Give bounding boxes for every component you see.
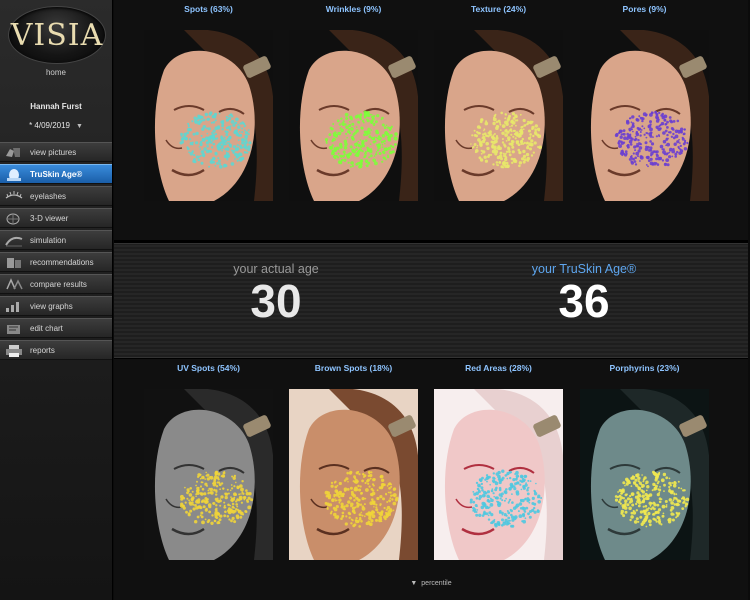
graph-icon [6,302,19,312]
face-analysis-image[interactable] [289,389,418,560]
triangle-down-icon: ▼ [410,580,418,587]
analysis-caption: Spots (63%) [184,4,233,14]
nav-label: reports [30,346,55,355]
nav-label: eyelashes [30,192,67,201]
eyelash-icon [5,191,23,199]
nav-label: recommendations [30,258,94,267]
nav-item-edit-chart[interactable]: edit chart [0,318,112,338]
nav-item-recommendations[interactable]: recommendations [0,252,112,272]
bottom-analysis-panel: UV Spots (54%) Brown Spots (18%) Red Areas… [114,359,748,600]
nav-label: edit chart [30,324,63,333]
edit-chart-icon [7,325,20,334]
face-analysis-image[interactable] [580,389,709,560]
nav-item-eyelashes[interactable]: eyelashes [0,186,112,206]
nav-item-truskin-age[interactable]: TruSkin Age® [0,164,112,184]
main-area: Spots (63%) Wrinkles (9%) Texture (24%) Por… [114,0,748,600]
session-date-select[interactable]: * 4/09/2019 ▼ [0,121,112,130]
actual-age-value: 30 [250,275,302,327]
face-analysis-image[interactable] [144,30,273,201]
face-analysis-image[interactable] [289,30,418,201]
nav-item-compare-results[interactable]: compare results [0,274,112,294]
analysis-caption: Brown Spots (18%) [314,363,393,373]
nav-label: compare results [30,280,87,289]
home-link[interactable]: home [0,68,112,77]
nav-item-view-pictures[interactable]: view pictures [0,142,112,162]
actual-age-block: your actual age 30 [146,262,406,328]
visia-logo[interactable]: VISIA [8,6,106,64]
face-analysis-image[interactable] [434,389,563,560]
3d-face-icon [6,213,20,225]
compare-icon [6,278,23,290]
face-analysis-image[interactable] [144,389,273,560]
nav-label: view pictures [30,148,77,157]
top-analysis-panel: Spots (63%) Wrinkles (9%) Texture (24%) Por… [114,0,748,240]
sidebar: VISIA home Hannah Furst * 4/09/2019 ▼ vie… [0,0,113,600]
nav-label: TruSkin Age® [30,170,83,179]
analysis-caption: Wrinkles (9%) [325,4,382,14]
nav-item-view-graphs[interactable]: view graphs [0,296,112,316]
truskin-face-icon [7,169,21,181]
nav-item-simulation[interactable]: simulation [0,230,112,250]
patient-name: Hannah Furst [30,102,82,111]
analysis-caption: UV Spots (54%) [177,363,240,373]
nav-label: 3-D viewer [30,214,69,223]
simulation-icon [5,236,23,247]
logo-text: VISIA [10,18,104,53]
nav-item-reports[interactable]: reports [0,340,112,360]
face-analysis-image[interactable] [434,30,563,201]
nav-label: view graphs [30,302,73,311]
analysis-caption: Texture (24%) [470,4,527,14]
analysis-caption: Red Areas (28%) [465,363,532,373]
chevron-down-icon[interactable]: ▼ [76,123,83,130]
session-date: * 4/09/2019 [29,121,70,130]
printer-icon [6,345,22,357]
truskin-age-block: your TruSkin Age® 36 [454,262,714,328]
truskin-age-value: 36 [558,275,610,327]
analysis-caption: Pores (9%) [622,4,667,14]
age-panel: your actual age 30 your TruSkin Age® 36 [114,243,748,358]
percentile-toggle[interactable]: ▼ percentile [114,580,748,587]
analysis-caption: Porphyrins (23%) [609,363,680,373]
percentile-label: percentile [421,580,452,587]
camera-icon [6,148,20,157]
face-analysis-image[interactable] [580,30,709,201]
nav-item-3d-viewer[interactable]: 3-D viewer [0,208,112,228]
recommendations-icon [7,258,21,268]
nav-label: simulation [30,236,67,245]
